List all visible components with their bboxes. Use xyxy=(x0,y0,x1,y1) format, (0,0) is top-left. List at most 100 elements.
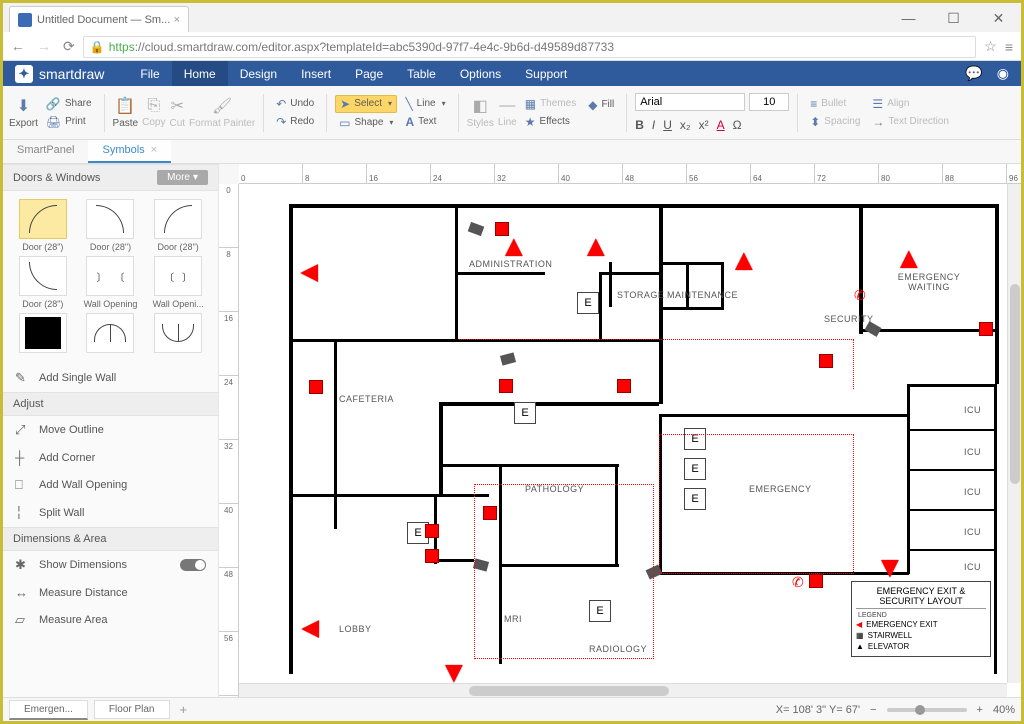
zoom-out-button[interactable]: − xyxy=(870,704,876,716)
page-tab-emergency[interactable]: Emergen... xyxy=(9,700,88,720)
horizontal-scrollbar[interactable] xyxy=(239,683,1007,697)
tab-close-icon[interactable]: × xyxy=(174,14,180,26)
symbol-door-2[interactable]: Door (28") xyxy=(79,199,143,252)
font-size-input[interactable] xyxy=(749,93,789,111)
symbol-double-arc-2[interactable] xyxy=(146,313,210,356)
security-path xyxy=(659,434,854,574)
back-button[interactable]: ← xyxy=(11,38,25,55)
move-outline[interactable]: ⤢Move Outline xyxy=(3,416,218,444)
symbol-double-arc-1[interactable] xyxy=(79,313,143,356)
phone-icon: ✆ xyxy=(792,574,804,591)
print-button[interactable]: 🖨Print xyxy=(42,114,96,130)
label-security: SECURITY xyxy=(824,314,874,324)
add-corner[interactable]: ┼Add Corner xyxy=(3,444,218,471)
menu-page[interactable]: Page xyxy=(343,61,395,86)
measure-distance[interactable]: ↔Measure Distance xyxy=(3,579,218,606)
cut-button[interactable]: ✂Cut xyxy=(169,96,185,129)
tab-favicon xyxy=(18,13,32,27)
page-tab-floorplan[interactable]: Floor Plan xyxy=(94,700,170,719)
url-box[interactable]: 🔒 https ://cloud.smartdraw.com/editor.as… xyxy=(83,36,977,58)
bookmark-icon[interactable]: ☆ xyxy=(984,38,997,55)
text-tool[interactable]: AText xyxy=(401,114,449,130)
zoom-in-button[interactable]: + xyxy=(977,704,983,716)
styles-button[interactable]: ◧Styles xyxy=(467,96,494,129)
share-button[interactable]: 🔗Share xyxy=(42,96,96,112)
italic-button[interactable]: I xyxy=(652,118,655,132)
drawing-canvas[interactable]: ADMINISTRATION STORAGE MAINTENANCE SECUR… xyxy=(239,184,1021,697)
add-wall-opening[interactable]: ⎕Add Wall Opening xyxy=(3,471,218,499)
show-dimensions[interactable]: ✱Show Dimensions xyxy=(3,551,218,579)
zoom-slider[interactable] xyxy=(887,708,967,712)
help-icon[interactable]: 💬 xyxy=(965,65,982,82)
symbol-door-4[interactable]: Door (28") xyxy=(11,256,75,309)
underline-button[interactable]: U xyxy=(663,118,672,132)
window-minimize-button[interactable]: — xyxy=(886,4,931,32)
font-name-input[interactable] xyxy=(635,93,745,111)
add-single-wall[interactable]: ✎Add Single Wall xyxy=(3,364,218,392)
label-icu-1: ICU xyxy=(964,405,981,415)
measure-area[interactable]: ▱Measure Area xyxy=(3,606,218,634)
reload-button[interactable]: ⟳ xyxy=(63,38,75,55)
more-button[interactable]: More▾ xyxy=(157,170,208,185)
menu-support[interactable]: Support xyxy=(513,61,579,86)
tab-symbols[interactable]: Symbols× xyxy=(88,140,171,163)
menu-file[interactable]: File xyxy=(128,61,171,86)
security-path xyxy=(853,339,854,389)
align-button[interactable]: ☰Align xyxy=(868,96,953,112)
superscript-button[interactable]: x² xyxy=(699,118,709,132)
text-direction-button[interactable]: →Text Direction xyxy=(868,114,953,130)
shape-tool[interactable]: ▭Shape▾ xyxy=(335,115,397,131)
window-maximize-button[interactable]: ☐ xyxy=(931,4,976,32)
toggle-icon[interactable] xyxy=(180,559,206,571)
symbol-door-3[interactable]: Door (28") xyxy=(146,199,210,252)
copy-button[interactable]: ⎘Copy xyxy=(142,97,165,128)
line-tool[interactable]: ╲Line▾ xyxy=(401,96,449,112)
elevator-marker: E xyxy=(577,292,599,314)
add-page-button[interactable]: + xyxy=(180,702,188,717)
menu-options[interactable]: Options xyxy=(448,61,513,86)
split-wall[interactable]: ╎Split Wall xyxy=(3,499,218,527)
menu-table[interactable]: Table xyxy=(395,61,448,86)
vertical-scrollbar[interactable] xyxy=(1007,184,1021,683)
bold-button[interactable]: B xyxy=(635,118,644,132)
export-button[interactable]: ⬇Export xyxy=(9,96,38,129)
redo-button[interactable]: ↷Redo xyxy=(272,114,318,130)
app-logo[interactable]: ✦ smartdraw xyxy=(15,65,104,83)
symbol-wall-opening-1[interactable]: 〕〔Wall Opening xyxy=(79,256,143,309)
symbol-wall-opening-2[interactable]: 〔〕Wall Openi... xyxy=(146,256,210,309)
paste-button[interactable]: 📋Paste xyxy=(113,96,139,129)
select-tool[interactable]: ➤Select▾ xyxy=(335,95,397,113)
browser-tab[interactable]: Untitled Document — Sm... × xyxy=(9,6,189,32)
tab-smartpanel[interactable]: SmartPanel xyxy=(3,140,88,163)
subscript-button[interactable]: x₂ xyxy=(680,118,691,132)
close-icon[interactable]: × xyxy=(151,144,157,156)
symbol-button[interactable]: Ω xyxy=(733,118,742,132)
app-menus: File Home Design Insert Page Table Optio… xyxy=(128,61,579,86)
canvas-area: 081624324048566472808896104 081624324048… xyxy=(219,164,1021,697)
themes-button[interactable]: ▦Themes xyxy=(521,96,580,112)
forward-button[interactable]: → xyxy=(37,38,51,55)
alarm-icon xyxy=(819,354,833,368)
line-style-button[interactable]: —Line xyxy=(498,97,517,128)
window-close-button[interactable]: ✕ xyxy=(976,4,1021,32)
symbol-solid[interactable] xyxy=(11,313,75,356)
elevator-marker: E xyxy=(514,402,536,424)
user-icon[interactable]: ◉ xyxy=(997,65,1009,82)
browser-menu-icon[interactable]: ≡ xyxy=(1005,39,1013,55)
fill-button[interactable]: ◆Fill xyxy=(584,97,618,113)
menu-design[interactable]: Design xyxy=(228,61,289,86)
bullet-button[interactable]: ≡Bullet xyxy=(806,96,864,112)
alarm-icon xyxy=(425,549,439,563)
font-color-button[interactable]: A xyxy=(717,118,725,132)
format-painter-button[interactable]: 🖌Format Painter xyxy=(189,96,255,129)
emergency-exit-arrow: ▲ xyxy=(729,246,759,276)
effects-button[interactable]: ★Effects xyxy=(521,114,580,130)
symbol-door-1[interactable]: Door (28") xyxy=(11,199,75,252)
menu-home[interactable]: Home xyxy=(172,61,228,86)
menu-insert[interactable]: Insert xyxy=(289,61,343,86)
spacing-button[interactable]: ⬍Spacing xyxy=(806,114,864,130)
legend-row: ▦STAIRWELL xyxy=(856,630,986,641)
undo-button[interactable]: ↶Undo xyxy=(272,96,318,112)
lock-icon: 🔒 xyxy=(90,40,105,54)
tab-bar: Untitled Document — Sm... × — ☐ ✕ xyxy=(3,3,1021,32)
